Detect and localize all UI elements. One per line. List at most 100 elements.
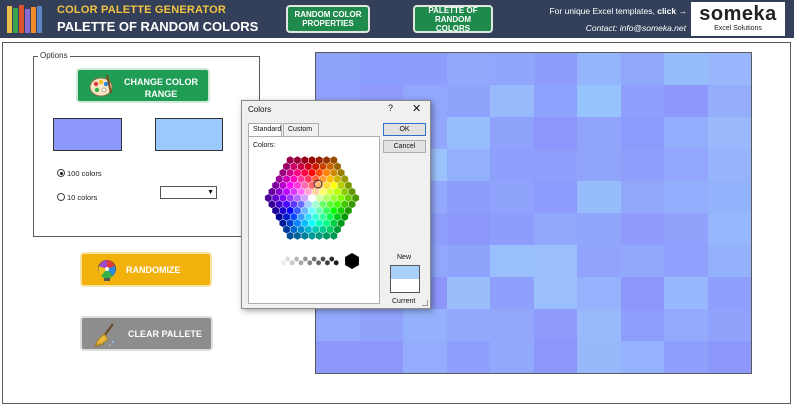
color-honeycomb[interactable] xyxy=(257,151,367,245)
palette-cell[interactable] xyxy=(533,309,577,341)
palette-cell[interactable] xyxy=(707,341,751,373)
palette-cell[interactable] xyxy=(664,213,708,245)
help-button[interactable]: ? xyxy=(388,103,393,113)
gray-hex-cell[interactable] xyxy=(280,259,286,266)
tab-custom[interactable]: Custom xyxy=(283,123,319,136)
palette-cell[interactable] xyxy=(316,53,360,85)
palette-cell[interactable] xyxy=(577,181,621,213)
palette-cell[interactable] xyxy=(707,277,751,309)
palette-cell[interactable] xyxy=(316,309,360,341)
gray-hex-cell[interactable] xyxy=(333,259,339,266)
change-color-range-button[interactable]: CHANGE COLOR RANGE xyxy=(76,68,210,103)
palette-cell[interactable] xyxy=(620,245,664,277)
palette-cell[interactable] xyxy=(490,245,534,277)
palette-cell[interactable] xyxy=(664,149,708,181)
palette-cell[interactable] xyxy=(490,85,534,117)
gray-hex-cell[interactable] xyxy=(320,256,326,262)
palette-cell[interactable] xyxy=(490,277,534,309)
palette-cell[interactable] xyxy=(490,309,534,341)
palette-cell[interactable] xyxy=(707,117,751,149)
palette-cell[interactable] xyxy=(620,53,664,85)
palette-cell[interactable] xyxy=(446,85,490,117)
palette-cell[interactable] xyxy=(490,341,534,373)
radio-100-colors[interactable] xyxy=(57,169,65,177)
palette-cell[interactable] xyxy=(359,341,403,373)
palette-cell[interactable] xyxy=(359,309,403,341)
palette-cell[interactable] xyxy=(446,53,490,85)
palette-cell[interactable] xyxy=(533,149,577,181)
chevron-down-icon[interactable]: ▼ xyxy=(207,189,214,196)
cancel-button[interactable]: Cancel xyxy=(383,140,426,153)
palette-cell[interactable] xyxy=(707,181,751,213)
palette-cell[interactable] xyxy=(577,341,621,373)
palette-cell[interactable] xyxy=(707,309,751,341)
palette-cell[interactable] xyxy=(577,85,621,117)
palette-cell[interactable] xyxy=(577,277,621,309)
palette-cell[interactable] xyxy=(446,309,490,341)
palette-cell[interactable] xyxy=(533,341,577,373)
palette-cell[interactable] xyxy=(620,117,664,149)
range-start-color-swatch[interactable] xyxy=(53,118,122,151)
palette-cell[interactable] xyxy=(664,245,708,277)
palette-cell[interactable] xyxy=(620,309,664,341)
black-hex-cell[interactable] xyxy=(345,253,359,269)
palette-cell[interactable] xyxy=(403,53,447,85)
palette-cell[interactable] xyxy=(707,53,751,85)
palette-cell[interactable] xyxy=(664,85,708,117)
palette-of-random-colors-button[interactable]: PALETTE OF RANDOM COLORS xyxy=(413,5,493,33)
palette-cell[interactable] xyxy=(446,149,490,181)
palette-cell[interactable] xyxy=(664,341,708,373)
palette-cell[interactable] xyxy=(620,213,664,245)
palette-cell[interactable] xyxy=(490,149,534,181)
palette-cell[interactable] xyxy=(577,309,621,341)
gray-hex-cell[interactable] xyxy=(298,259,304,266)
palette-cell[interactable] xyxy=(446,213,490,245)
radio-10-colors[interactable] xyxy=(57,193,65,201)
gray-hex-cell[interactable] xyxy=(311,256,317,262)
palette-cell[interactable] xyxy=(403,309,447,341)
palette-cell[interactable] xyxy=(577,53,621,85)
palette-cell[interactable] xyxy=(577,245,621,277)
palette-cell[interactable] xyxy=(620,181,664,213)
ok-button[interactable]: OK xyxy=(383,123,426,136)
palette-cell[interactable] xyxy=(533,213,577,245)
gray-hex-cell[interactable] xyxy=(324,259,330,266)
clear-palette-button[interactable]: CLEAR PALLETE xyxy=(80,316,213,351)
tab-standard[interactable]: Standard xyxy=(248,123,282,136)
palette-cell[interactable] xyxy=(446,117,490,149)
gray-hex-cell[interactable] xyxy=(276,256,282,262)
palette-cell[interactable] xyxy=(620,277,664,309)
palette-cell[interactable] xyxy=(707,245,751,277)
randomize-button[interactable]: RANDOMIZE xyxy=(80,252,212,287)
palette-cell[interactable] xyxy=(707,213,751,245)
gray-hex-cell[interactable] xyxy=(316,259,322,266)
palette-cell[interactable] xyxy=(707,85,751,117)
palette-cell[interactable] xyxy=(664,181,708,213)
palette-cell[interactable] xyxy=(533,277,577,309)
palette-cell[interactable] xyxy=(620,149,664,181)
palette-cell[interactable] xyxy=(533,53,577,85)
palette-cell[interactable] xyxy=(664,53,708,85)
palette-cell[interactable] xyxy=(664,309,708,341)
grayscale-swatches[interactable] xyxy=(275,251,375,273)
close-icon[interactable]: ✕ xyxy=(412,102,421,115)
palette-cell[interactable] xyxy=(446,277,490,309)
random-color-properties-button[interactable]: RANDOM COLOR PROPERTIES xyxy=(286,5,370,33)
palette-cell[interactable] xyxy=(533,181,577,213)
palette-cell[interactable] xyxy=(446,341,490,373)
palette-cell[interactable] xyxy=(490,181,534,213)
gray-hex-cell[interactable] xyxy=(289,259,295,266)
color-count-dropdown[interactable]: ▼ xyxy=(160,186,217,199)
palette-cell[interactable] xyxy=(664,117,708,149)
range-end-color-swatch[interactable] xyxy=(155,118,223,151)
palette-cell[interactable] xyxy=(490,117,534,149)
palette-cell[interactable] xyxy=(664,277,708,309)
palette-cell[interactable] xyxy=(403,341,447,373)
palette-cell[interactable] xyxy=(533,85,577,117)
palette-cell[interactable] xyxy=(446,181,490,213)
palette-cell[interactable] xyxy=(533,117,577,149)
palette-cell[interactable] xyxy=(620,85,664,117)
palette-cell[interactable] xyxy=(490,213,534,245)
palette-cell[interactable] xyxy=(707,149,751,181)
promo-link[interactable]: click → xyxy=(657,6,687,16)
